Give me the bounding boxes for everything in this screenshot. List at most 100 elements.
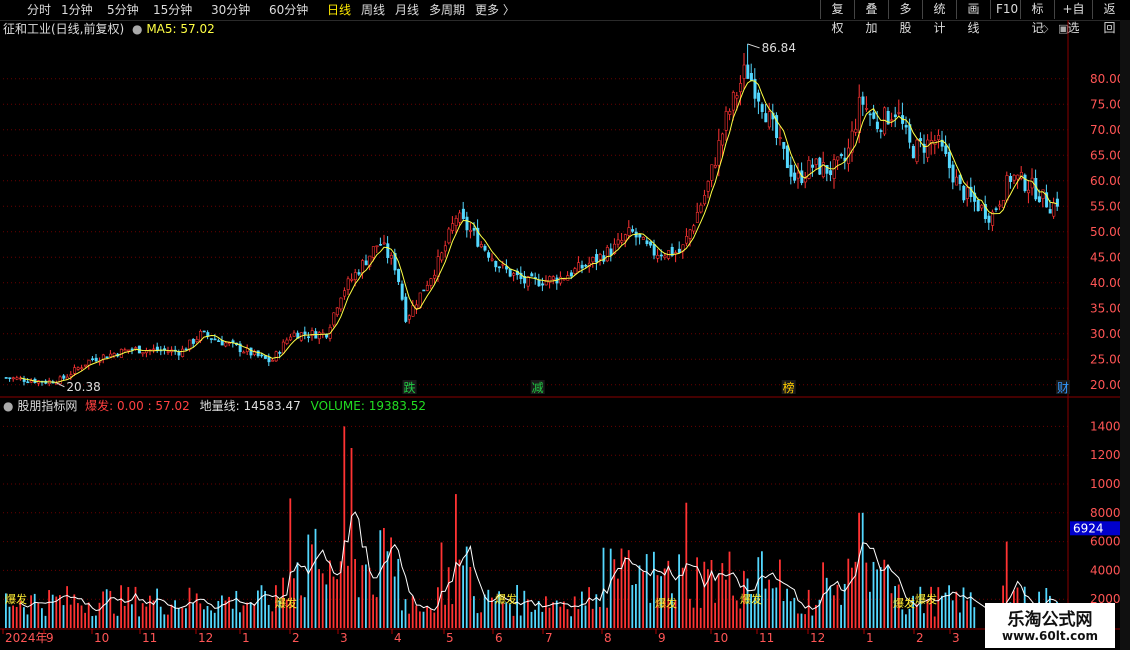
candle-body (692, 225, 696, 232)
volume-bar (127, 587, 130, 628)
volume-bar (937, 587, 940, 628)
volume-bar (617, 578, 619, 628)
candle-body (371, 246, 375, 258)
candle-body (123, 349, 127, 352)
low-price-label: 20.38 (66, 380, 100, 394)
volume-bar (764, 588, 767, 628)
volume-bar (375, 597, 378, 628)
volume-bar (300, 595, 302, 628)
volume-bar (267, 604, 270, 628)
candle-body (829, 170, 833, 176)
candle-body (501, 263, 505, 266)
volume-bar (872, 561, 875, 628)
volume-bar (689, 598, 691, 628)
candle-body (339, 297, 343, 310)
watermark-logo: 乐淘公式网 www.60lt.com (985, 603, 1115, 648)
candle-body (951, 164, 955, 183)
volume-bar (771, 588, 774, 628)
candle-body (242, 351, 246, 354)
volume-bar (725, 579, 727, 628)
candle-body (526, 276, 530, 287)
volume-bar (555, 600, 558, 628)
volume-bar (303, 597, 306, 628)
candle-body (598, 254, 602, 260)
volume-bar (948, 585, 950, 628)
candle-body (879, 130, 883, 132)
volume-bar (519, 615, 522, 628)
x-tick-label: 10 (94, 631, 109, 645)
volume-bar (26, 614, 29, 628)
volume-bar (44, 615, 47, 628)
volume-bar (699, 607, 702, 628)
candle-body (803, 177, 807, 183)
volume-bar (545, 596, 547, 628)
volume-bar (195, 593, 198, 628)
volume-bar (383, 527, 385, 628)
candle-body (1009, 176, 1013, 182)
volume-bar (156, 588, 158, 628)
candle-body (29, 380, 33, 383)
candle-body (713, 165, 717, 168)
candle-body (73, 367, 77, 374)
right-scroll-strip[interactable] (1120, 20, 1130, 650)
volume-bar (386, 551, 389, 628)
candle-body (386, 243, 390, 258)
candle-body (285, 339, 289, 344)
candle-body (551, 276, 555, 280)
candle-body (11, 377, 15, 380)
volume-bar (73, 594, 76, 628)
volume-bar (836, 584, 839, 628)
candle-body (274, 351, 278, 362)
event-marker: 财 (1057, 381, 1069, 395)
volume-bar (318, 569, 320, 628)
x-tick-label: 12 (198, 631, 213, 645)
candle-body (307, 336, 311, 339)
volume-bar (962, 587, 965, 628)
volume-bar (426, 606, 428, 628)
candle-body (695, 212, 699, 223)
burst-signal-label: 爆发 (740, 592, 762, 606)
volume-bar (462, 565, 464, 628)
candle-body (407, 315, 411, 320)
volume-bar (69, 604, 72, 628)
volume-bar (905, 614, 907, 628)
volume-bar (188, 587, 191, 628)
candle-body (263, 355, 267, 359)
volume-bar (37, 602, 40, 628)
candle-body (1012, 174, 1016, 181)
candle-body (857, 96, 861, 133)
candle-body (1052, 202, 1056, 217)
volume-bar (84, 612, 86, 628)
candle-body (80, 367, 84, 370)
candle-body (839, 154, 843, 157)
volume-bar (588, 587, 590, 628)
candle-body (541, 283, 545, 286)
volume-bar (602, 547, 605, 628)
volume-bar (120, 585, 122, 628)
candle-body (890, 119, 894, 122)
candle-body (811, 164, 815, 168)
volume-bar (134, 586, 137, 628)
volume-bar (397, 558, 400, 628)
candle-body (469, 229, 473, 232)
volume-bar (231, 608, 234, 628)
candle-body (461, 208, 465, 219)
candle-body (742, 64, 746, 79)
candle-body (454, 218, 458, 226)
candle-body (724, 111, 728, 131)
candle-body (512, 273, 516, 276)
volume-bar (66, 586, 68, 628)
volume-bar (645, 554, 648, 628)
candle-body (746, 64, 750, 79)
candle-body (854, 128, 858, 133)
volume-bar (203, 609, 205, 628)
volume-bar (221, 595, 223, 628)
candle-body (688, 229, 692, 239)
volume-bar (678, 554, 680, 628)
candle-body (429, 278, 433, 286)
burst-signal-label: 爆发 (495, 592, 517, 606)
volume-bar (638, 565, 641, 628)
volume-bar (487, 589, 490, 628)
kline-chart[interactable]: 80.0075.0070.0065.0060.0055.0050.0045.00… (0, 0, 1130, 650)
volume-bar (548, 607, 551, 628)
